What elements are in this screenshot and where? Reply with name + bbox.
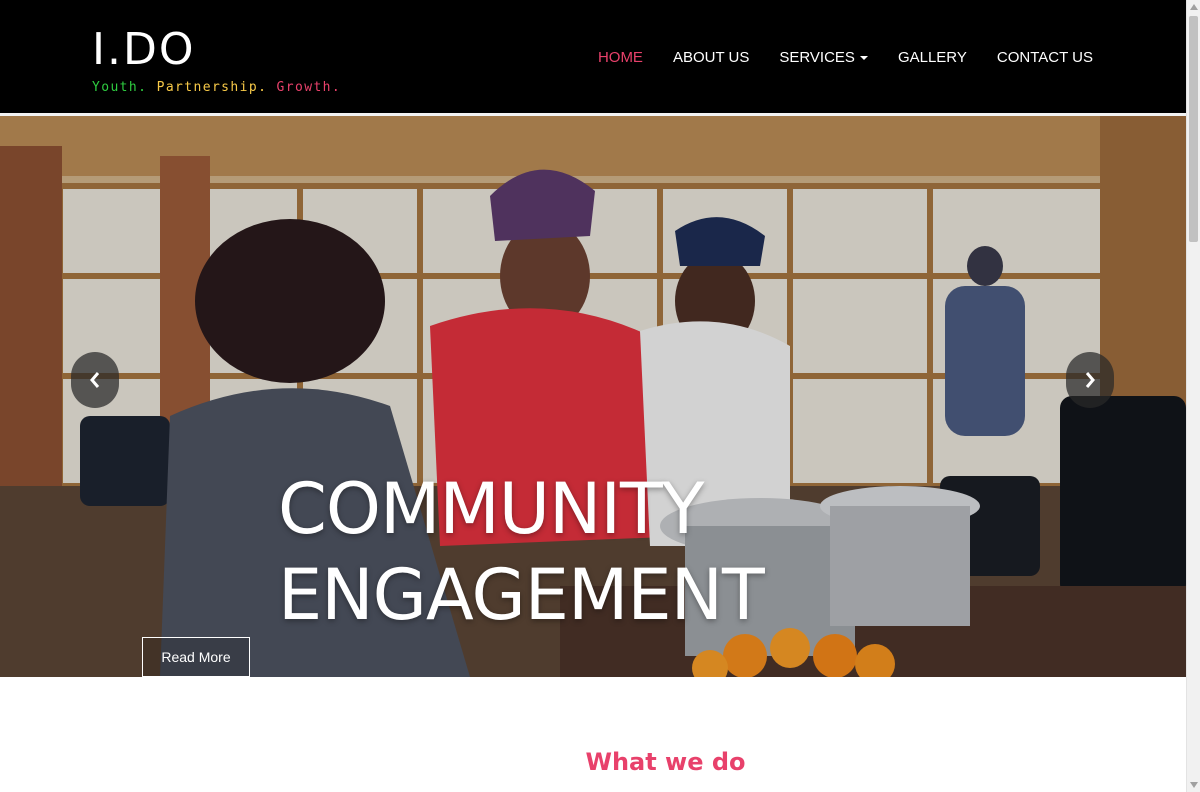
hero-caption-line2: ENGAGEMENT <box>278 554 765 636</box>
read-more-button[interactable]: Read More <box>142 637 250 677</box>
page-scrollbar[interactable] <box>1186 0 1200 792</box>
scrollbar-thumb[interactable] <box>1189 16 1198 242</box>
main-nav: HOME ABOUT US SERVICES GALLERY CONTACT U… <box>598 48 1093 68</box>
hero-caption: COMMUNITY ENGAGEMENT <box>278 466 765 638</box>
hero-carousel: COMMUNITY ENGAGEMENT Read More <box>0 116 1186 677</box>
scroll-down-icon[interactable] <box>1187 778 1200 792</box>
chevron-left-icon <box>90 372 100 388</box>
nav-home[interactable]: HOME <box>598 48 643 68</box>
carousel-next-button[interactable] <box>1066 352 1114 408</box>
brand-tagline: Youth. Partnership. Growth. <box>92 80 341 95</box>
caret-down-icon <box>859 56 868 61</box>
nav-services-label: SERVICES <box>779 49 855 66</box>
chevron-right-icon <box>1085 372 1095 388</box>
site-header: I.DO Youth. Partnership. Growth. HOME AB… <box>0 0 1186 113</box>
carousel-prev-button[interactable] <box>71 352 119 408</box>
section-heading-what-we-do: What we do <box>585 748 746 776</box>
tagline-partnership: Partnership. <box>156 80 277 95</box>
tagline-growth: Growth. <box>276 80 342 95</box>
brand-logo-text[interactable]: I.DO <box>92 26 341 74</box>
nav-about-us[interactable]: ABOUT US <box>673 48 749 68</box>
tagline-youth: Youth. <box>92 80 157 95</box>
nav-gallery[interactable]: GALLERY <box>898 48 967 68</box>
hero-caption-line1: COMMUNITY <box>278 468 705 550</box>
nav-services[interactable]: SERVICES <box>779 48 868 68</box>
brand[interactable]: I.DO Youth. Partnership. Growth. <box>92 26 341 96</box>
scroll-up-icon[interactable] <box>1187 0 1200 14</box>
nav-contact-us[interactable]: CONTACT US <box>997 48 1093 68</box>
